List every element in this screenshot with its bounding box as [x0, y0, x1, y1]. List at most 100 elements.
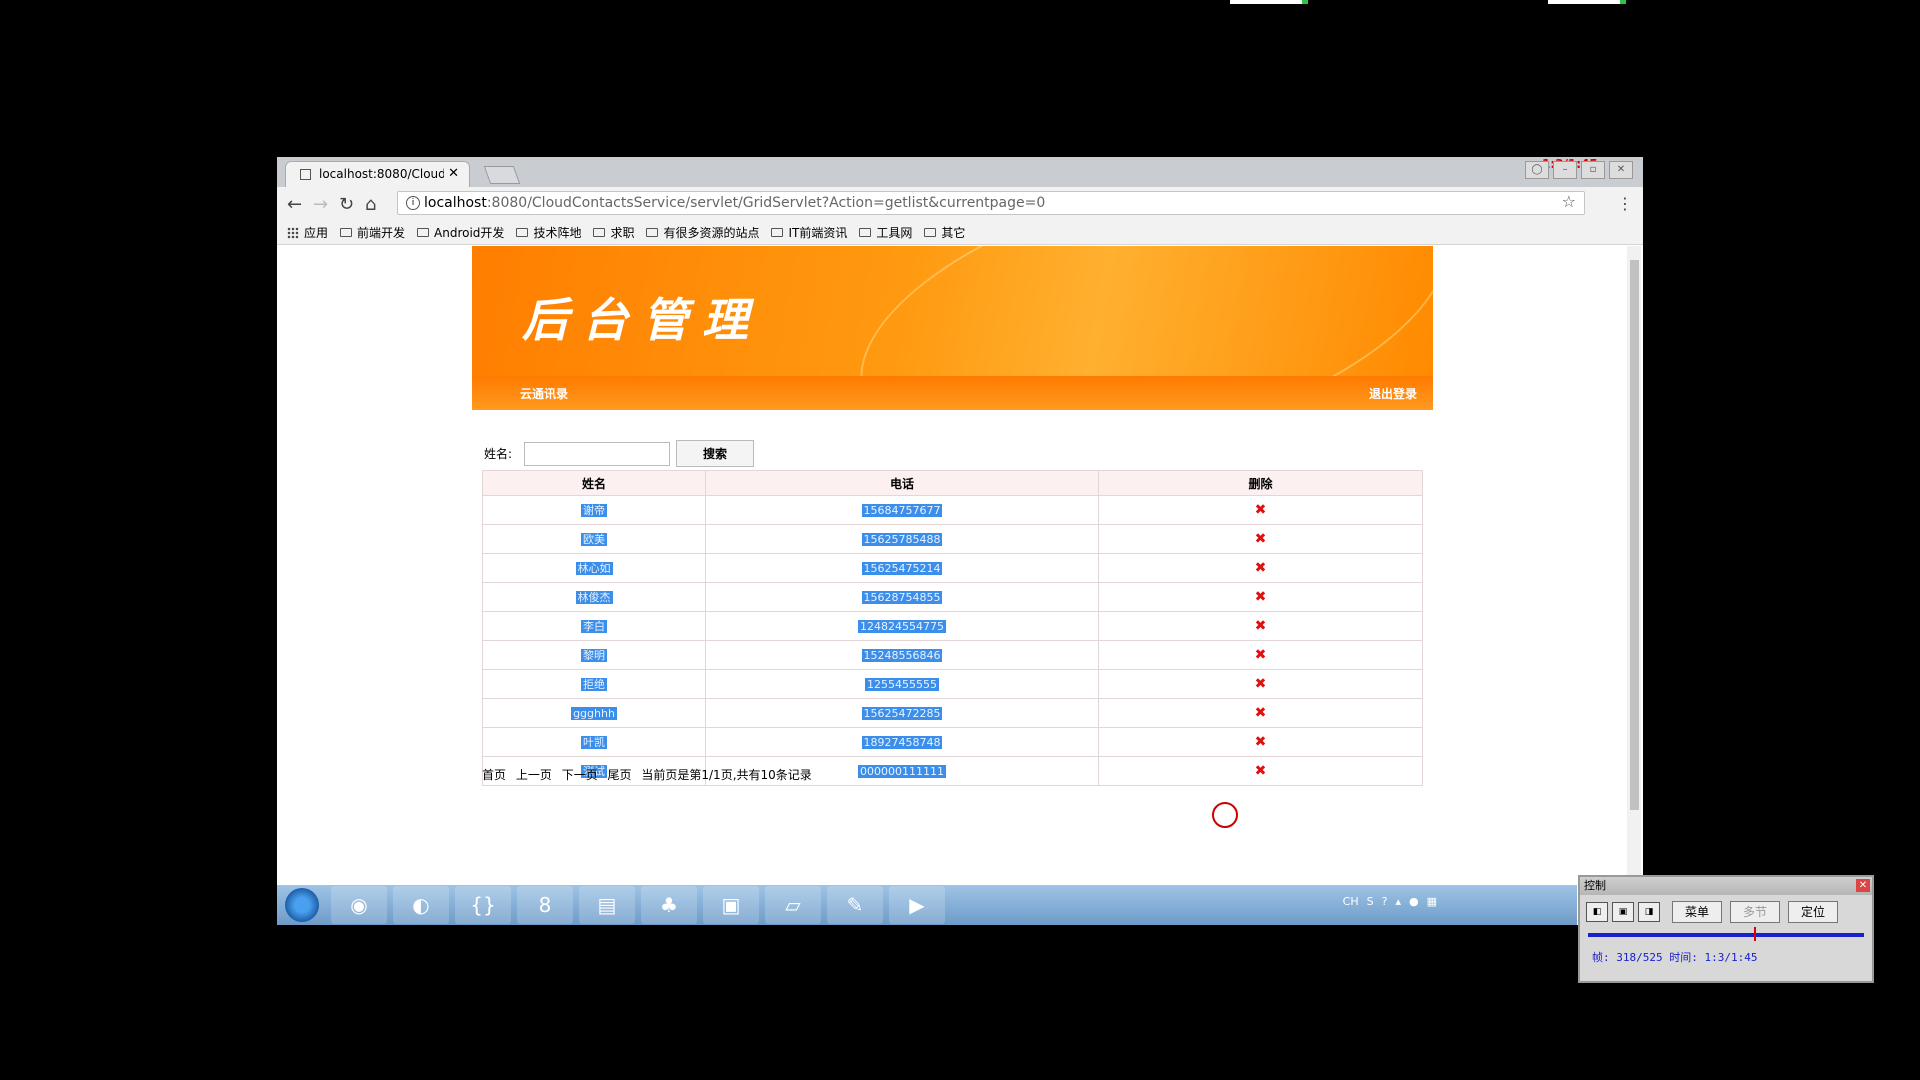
- stop-icon[interactable]: ▣: [1612, 902, 1634, 922]
- bookmark-folder[interactable]: 其它: [924, 224, 965, 241]
- table-row: 谢帝 15684757677 ✖: [482, 495, 1423, 525]
- first-page-link[interactable]: 首页: [482, 768, 506, 782]
- delete-cell: ✖: [1098, 640, 1423, 670]
- folder-icon: [859, 228, 872, 237]
- brackets-taskbar-icon[interactable]: {}: [455, 886, 511, 924]
- window-taskbar-icon[interactable]: ▣: [703, 886, 759, 924]
- last-page-link[interactable]: 尾页: [608, 768, 632, 782]
- close-window-icon[interactable]: ✕: [1609, 161, 1633, 179]
- timeline-knob[interactable]: [1754, 927, 1756, 941]
- forward-icon[interactable]: →: [313, 194, 328, 215]
- multi-section-button[interactable]: 多节: [1730, 901, 1780, 923]
- column-header-name: 姓名: [482, 470, 706, 496]
- timeline-slider[interactable]: [1588, 927, 1864, 941]
- table-row: ggghhh 15625472285 ✖: [482, 698, 1423, 728]
- close-tab-icon[interactable]: ✕: [448, 166, 459, 181]
- delete-icon[interactable]: ✖: [1255, 647, 1267, 663]
- help-icon[interactable]: ?: [1382, 895, 1388, 908]
- bookmark-folder[interactable]: 求职: [593, 224, 634, 241]
- table-row: 欧美 15625785488 ✖: [482, 524, 1423, 554]
- chrome-taskbar-icon[interactable]: ◉: [331, 886, 387, 924]
- delete-icon[interactable]: ✖: [1255, 676, 1267, 692]
- nav-contacts-link[interactable]: 云通讯录: [520, 385, 568, 402]
- search-button[interactable]: 搜索: [676, 440, 755, 467]
- back-icon[interactable]: ←: [287, 194, 302, 215]
- scrollbar[interactable]: [1627, 246, 1641, 885]
- name-search-input[interactable]: [524, 441, 671, 466]
- bookmark-star-icon[interactable]: ☆: [1562, 192, 1576, 211]
- logout-link[interactable]: 退出登录: [1369, 385, 1417, 402]
- table-header-row: 姓名 电话 删除: [482, 470, 1423, 496]
- eclipse-taskbar-icon[interactable]: ◐: [393, 886, 449, 924]
- qq-icon[interactable]: ●: [1409, 895, 1419, 908]
- prev-page-link[interactable]: 上一页: [516, 768, 552, 782]
- locate-button[interactable]: 定位: [1788, 901, 1838, 923]
- menu-icon[interactable]: ⋮: [1617, 194, 1633, 213]
- delete-cell: ✖: [1098, 611, 1423, 641]
- language-indicator[interactable]: CH: [1343, 895, 1359, 908]
- user-icon[interactable]: ◯: [1525, 161, 1549, 179]
- delete-icon[interactable]: ✖: [1255, 705, 1267, 721]
- browser-tab[interactable]: localhost:8080/CloudC ✕: [285, 161, 470, 187]
- name-cell: 谢帝: [482, 495, 706, 525]
- close-icon[interactable]: ✕: [1856, 879, 1870, 892]
- tab-strip: localhost:8080/CloudC ✕ 1:3/1:45 ◯ – ▫ ✕: [277, 157, 1643, 187]
- delete-icon[interactable]: ✖: [1255, 531, 1267, 547]
- delete-icon[interactable]: ✖: [1255, 502, 1267, 518]
- step-forward-icon[interactable]: ◨: [1638, 902, 1660, 922]
- bookmark-apps[interactable]: 应用: [287, 224, 328, 241]
- table-row: 李白 124824554775 ✖: [482, 611, 1423, 641]
- scrollbar-thumb[interactable]: [1630, 260, 1639, 810]
- app-taskbar-icon[interactable]: ♣: [641, 886, 697, 924]
- apps-icon: [287, 226, 299, 239]
- folder-icon: [924, 228, 937, 237]
- network-icon[interactable]: ▦: [1427, 895, 1437, 908]
- bookmark-folder[interactable]: 技术阵地: [516, 224, 581, 241]
- folder-icon: [593, 228, 606, 237]
- start-button[interactable]: [285, 888, 319, 922]
- folder-icon: [516, 228, 529, 237]
- delete-icon[interactable]: ✖: [1255, 589, 1267, 605]
- next-page-link[interactable]: 下一页: [562, 768, 598, 782]
- page-info: 当前页是第1/1页,共有10条记录: [641, 768, 812, 782]
- phone-cell: 18927458748: [705, 727, 1099, 757]
- minimize-icon[interactable]: –: [1553, 161, 1577, 179]
- maximize-icon[interactable]: ▫: [1581, 161, 1605, 179]
- new-tab-button[interactable]: [483, 166, 521, 184]
- menu-button[interactable]: 菜单: [1672, 901, 1722, 923]
- reload-icon[interactable]: ↻: [339, 194, 354, 215]
- recorder-taskbar-icon[interactable]: ▶: [889, 886, 945, 924]
- bookmarks-bar: 应用 前端开发 Android开发 技术阵地 求职 有很多资源的站点 IT前端资…: [277, 221, 1643, 245]
- ime-icon[interactable]: S: [1367, 895, 1374, 908]
- delete-icon[interactable]: ✖: [1255, 618, 1267, 634]
- step-back-icon[interactable]: ◧: [1586, 902, 1608, 922]
- bookmark-folder[interactable]: 工具网: [859, 224, 912, 241]
- header-banner: 后台管理: [472, 246, 1433, 376]
- delete-icon[interactable]: ✖: [1255, 560, 1267, 576]
- notepad-taskbar-icon[interactable]: ▱: [765, 886, 821, 924]
- search-form: 姓名: 搜索: [484, 440, 755, 467]
- home-icon[interactable]: ⌂: [365, 194, 376, 215]
- delete-cell: ✖: [1098, 524, 1423, 554]
- bookmark-folder[interactable]: IT前端资讯: [771, 224, 847, 241]
- browser-toolbar: ← → ↻ ⌂ i localhost:8080/CloudContactsSe…: [277, 187, 1643, 221]
- explorer-taskbar-icon[interactable]: ▤: [579, 886, 635, 924]
- tray-expand-icon[interactable]: ▴: [1395, 895, 1401, 908]
- bookmark-folder[interactable]: 有很多资源的站点: [646, 224, 759, 241]
- delete-icon[interactable]: ✖: [1255, 763, 1267, 779]
- name-cell: 叶凯: [482, 727, 706, 757]
- banner-title: 后台管理: [522, 293, 762, 347]
- info-icon[interactable]: i: [406, 196, 420, 210]
- delete-cell: ✖: [1098, 495, 1423, 525]
- delete-icon[interactable]: ✖: [1255, 734, 1267, 750]
- column-header-delete: 删除: [1098, 470, 1423, 496]
- address-bar[interactable]: i localhost:8080/CloudContactsService/se…: [397, 191, 1585, 215]
- contacts-table: 姓名 电话 删除 谢帝 15684757677 ✖ 欧美 15625785488 ✖ 林心如…: [482, 470, 1423, 786]
- app-taskbar-icon[interactable]: ✎: [827, 886, 883, 924]
- bookmark-folder[interactable]: 前端开发: [340, 224, 405, 241]
- bookmark-folder[interactable]: Android开发: [417, 224, 504, 241]
- window-controls: ◯ – ▫ ✕: [1525, 161, 1633, 179]
- app-taskbar-icon[interactable]: 8: [517, 886, 573, 924]
- tab-title: localhost:8080/CloudC: [319, 167, 444, 181]
- table-row: 叶凯 18927458748 ✖: [482, 727, 1423, 757]
